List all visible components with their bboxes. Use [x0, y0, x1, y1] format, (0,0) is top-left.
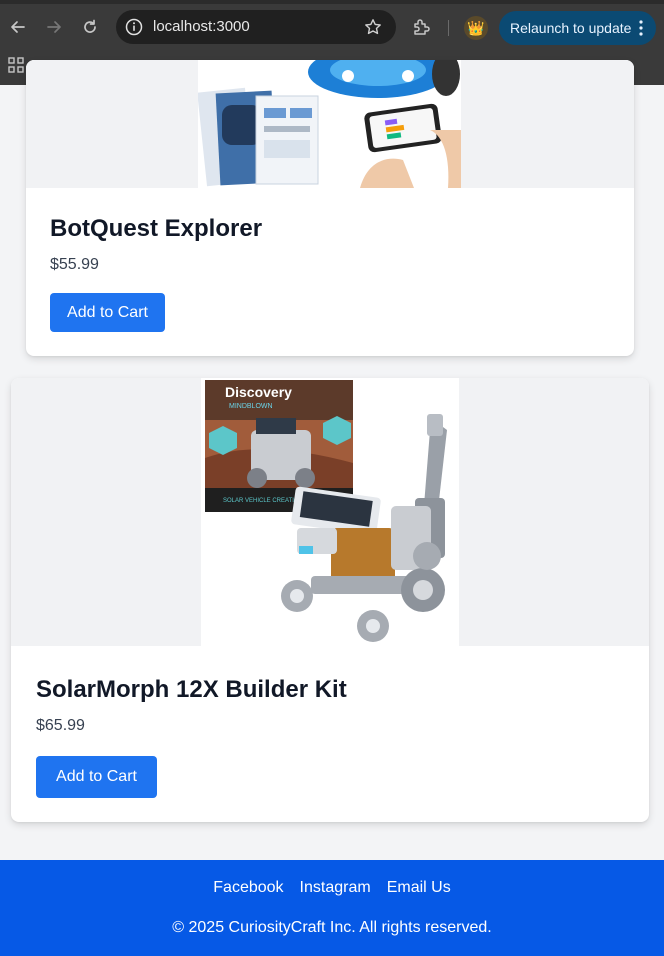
url-text: localhost:3000 — [153, 18, 250, 35]
product-price: $55.99 — [50, 256, 99, 273]
add-to-cart-button[interactable]: Add to Cart — [36, 756, 157, 798]
forward-button[interactable] — [41, 14, 67, 40]
robot-kit-illustration — [198, 60, 461, 188]
product-card: BotQuest Explorer $55.99 Add to Cart — [26, 60, 634, 356]
box-subbrand-text: MINDBLOWN — [229, 403, 273, 410]
relaunch-label: Relaunch to update — [510, 20, 632, 36]
box-brand-text: Discovery — [225, 384, 292, 400]
menu-dots-icon[interactable] — [634, 19, 648, 37]
product-title: SolarMorph 12X Builder Kit — [36, 676, 347, 703]
footer-link-instagram[interactable]: Instagram — [300, 879, 371, 897]
toolbar-divider — [448, 20, 449, 36]
product-title: BotQuest Explorer — [50, 215, 263, 242]
add-to-cart-button[interactable]: Add to Cart — [50, 293, 165, 332]
copyright-text: © 2025 CuriosityCraft Inc. All rights re… — [172, 919, 492, 936]
reload-icon — [84, 19, 96, 33]
browser-toolbar: localhost:3000 👑 Relaunch to update — [0, 4, 664, 50]
product-image — [198, 60, 461, 188]
apps-grid-icon[interactable] — [8, 57, 24, 73]
crown-icon: 👑 — [467, 19, 485, 36]
product-price: $65.99 — [36, 717, 85, 734]
footer-links: Facebook Instagram Email Us — [0, 879, 664, 897]
reload-button[interactable] — [77, 14, 103, 40]
profile-avatar[interactable]: 👑 — [464, 16, 488, 40]
site-footer: Facebook Instagram Email Us © 2025 Curio… — [0, 860, 664, 956]
relaunch-button[interactable]: Relaunch to update — [499, 11, 656, 45]
product-card: Discovery MINDBLOWN SOLAR VEHICLE CREATI… — [11, 378, 649, 822]
site-info-icon[interactable] — [124, 17, 144, 37]
arrow-right-icon — [47, 21, 61, 33]
address-bar[interactable]: localhost:3000 — [116, 10, 396, 44]
extensions-puzzle-icon[interactable] — [411, 16, 433, 38]
solar-robot-kit-illustration: Discovery MINDBLOWN SOLAR VEHICLE CREATI… — [201, 378, 459, 646]
footer-link-facebook[interactable]: Facebook — [213, 879, 283, 897]
product-image-frame: Discovery MINDBLOWN SOLAR VEHICLE CREATI… — [11, 378, 649, 646]
footer-link-email[interactable]: Email Us — [387, 879, 451, 897]
arrow-left-icon — [11, 21, 25, 33]
back-button[interactable] — [5, 14, 31, 40]
bookmark-star-icon[interactable] — [364, 18, 382, 36]
product-image-frame — [26, 60, 634, 188]
product-image: Discovery MINDBLOWN SOLAR VEHICLE CREATI… — [201, 378, 459, 646]
